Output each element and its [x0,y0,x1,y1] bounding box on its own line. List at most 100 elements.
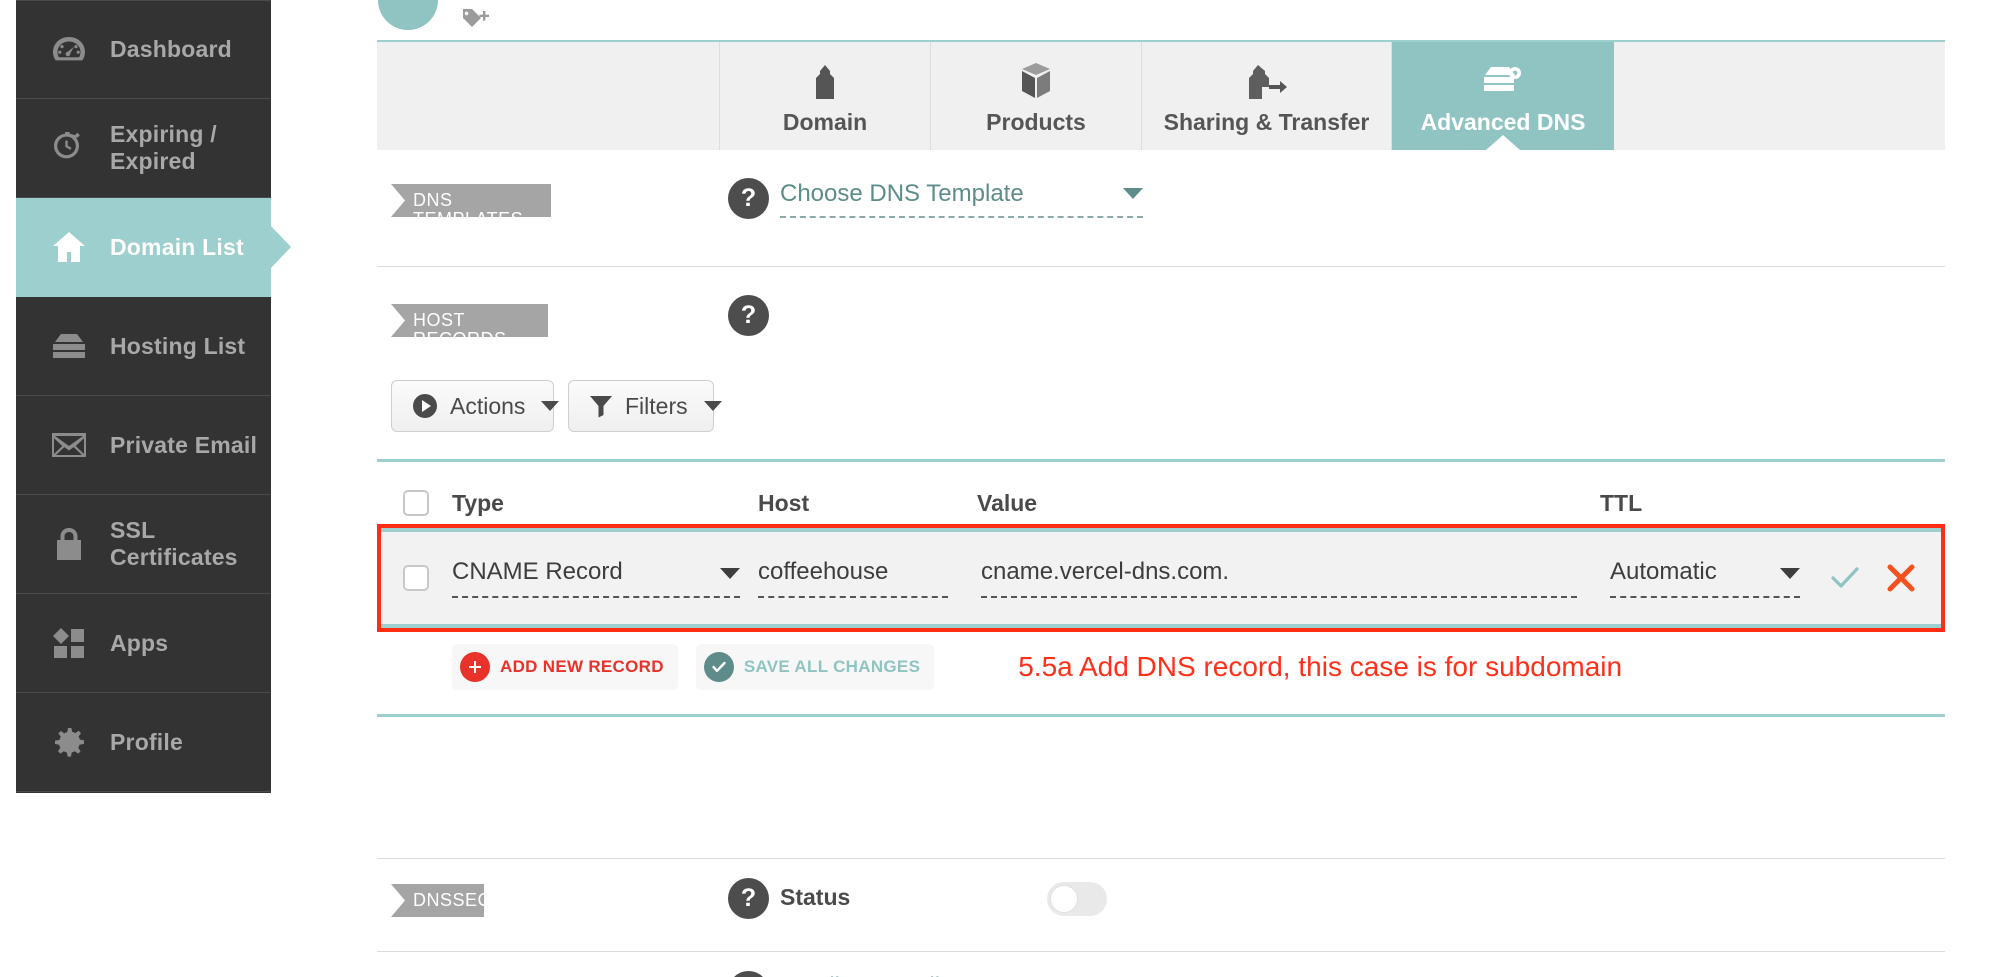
sidebar-item-label: Domain List [110,233,244,260]
tab-advanced-dns[interactable]: Advanced DNS [1392,42,1614,150]
avatar[interactable] [378,0,438,30]
tab-label: Domain [782,108,868,135]
mail-settings-select[interactable]: Email Forwarding [780,973,1143,977]
record-ttl-value: Automatic [1610,558,1717,585]
record-type-value: CNAME Record [452,558,623,585]
house-icon [811,57,839,99]
dnssec-section: DNSSEC ? Status [377,859,1945,952]
column-header-host: Host [758,489,810,516]
dashboard-icon [46,30,92,70]
tag-plus-icon[interactable] [460,6,490,36]
sidebar-item-label: Profile [110,728,183,755]
sidebar-item-hosting-list[interactable]: Hosting List [16,297,271,396]
tab-domain[interactable]: Domain [720,42,931,150]
select-all-checkbox[interactable] [403,490,429,516]
dnssec-help-icon[interactable]: ? [728,878,769,919]
record-value-input[interactable]: cname.vercel-dns.com. [981,558,1577,598]
annotation-text: 5.5a Add DNS record, this case is for su… [1018,651,1623,682]
dns-settings-panel: DNS TEMPLATES ? Choose DNS Template HOST… [377,150,1945,977]
tab-label: Advanced DNS [1420,108,1586,135]
tab-spacer-right [1614,42,1945,150]
sidebar-item-expiring-expired[interactable]: Expiring / Expired [16,99,271,198]
sidebar-item-label: SSL Certificates [110,517,238,570]
stopwatch-icon [46,128,92,168]
tab-products[interactable]: Products [931,42,1142,150]
record-actions-row: ADD NEW RECORD SAVE ALL CHANGES 5.5a Add… [377,644,1945,690]
add-new-record-button[interactable]: ADD NEW RECORD [452,644,678,690]
chevron-down-icon [1123,188,1143,199]
gear-icon [46,722,92,762]
sidebar-item-label: Apps [110,629,169,656]
sidebar-item-dashboard[interactable]: Dashboard [16,0,271,99]
play-circle-icon [412,393,438,419]
mail-settings-help-icon[interactable]: ? [728,971,769,977]
check-icon[interactable] [1830,564,1860,592]
box-icon [1021,57,1051,99]
record-type-select[interactable]: CNAME Record [452,558,740,598]
dnssec-status-toggle[interactable] [1047,882,1107,916]
column-header-value: Value [977,489,1038,516]
apps-icon [46,623,92,663]
tab-spacer-left [377,42,720,150]
dashed-underline [452,596,740,598]
record-value-value: cname.vercel-dns.com. [981,558,1230,585]
add-new-record-label: ADD NEW RECORD [500,657,664,676]
tab-label: Sharing & Transfer [1163,108,1370,135]
check-circle-icon [703,652,734,682]
record-host-input[interactable]: coffeehouse [758,558,948,598]
actions-button[interactable]: Actions [391,380,560,432]
record-ttl-select[interactable]: Automatic [1610,558,1800,598]
dnssec-status-label: Status [780,884,851,910]
save-all-changes-label: SAVE ALL CHANGES [743,657,921,676]
actions-label: Actions [450,392,526,419]
chevron-down-icon [720,568,740,579]
server-icon [46,326,92,366]
filters-button[interactable]: Filters [568,380,722,432]
filters-label: Filters [625,392,688,419]
sidebar-item-label: Dashboard [110,36,232,62]
active-indicator-arrow [270,225,291,269]
sidebar-item-label: Private Email [110,431,258,458]
funnel-icon [589,394,613,418]
row-checkbox[interactable] [403,565,429,591]
dnssec-ribbon: DNSSEC [391,884,491,917]
sidebar-item-domain-list[interactable]: Domain List [16,198,291,297]
sidebar-item-private-email[interactable]: Private Email [16,396,271,495]
house-arrow-icon [1247,57,1287,99]
chevron-down-icon [703,401,722,411]
dashed-underline [1610,596,1800,598]
home-icon [46,227,92,267]
tab-label: Products [986,108,1086,135]
host-records-ribbon: HOST RECORDS [391,304,548,349]
mail-settings-section: MAIL SETTINGS ? Email Forwarding [377,952,1945,977]
table-top-rule [377,459,1945,462]
dashed-underline [981,596,1577,598]
column-header-ttl: TTL [1600,489,1643,516]
host-records-section: HOST RECORDS ? Actions Filters Type Host… [377,267,1945,859]
sidebar: Dashboard Expiring / Expired Domain List… [16,0,291,793]
column-header-type: Type [452,489,504,516]
host-records-help-icon[interactable]: ? [728,295,769,336]
dashed-underline [780,216,1143,218]
save-all-changes-button[interactable]: SAVE ALL CHANGES [695,644,935,690]
domain-dns-page: Dashboard Expiring / Expired Domain List… [0,0,2000,977]
close-icon[interactable] [1886,563,1916,593]
dashed-underline [758,596,948,598]
record-host-value: coffeehouse [758,558,889,585]
tab-sharing-transfer[interactable]: Sharing & Transfer [1142,42,1392,150]
highlighted-record-box: CNAME Record coffeehouse cname.vercel-dn… [377,524,1945,632]
active-tab-pointer [1486,135,1520,150]
dns-template-select[interactable]: Choose DNS Template [780,180,1143,218]
table-row: CNAME Record coffeehouse cname.vercel-dn… [381,528,1941,628]
plus-circle-icon [460,652,490,682]
dns-templates-help-icon[interactable]: ? [728,178,769,219]
sidebar-item-ssl-certificates[interactable]: SSL Certificates [16,495,271,594]
domain-tabs: Domain Products Sharing & Transfer Advan… [377,40,1945,150]
server-gear-icon [1482,57,1524,99]
lock-icon [46,524,92,564]
sidebar-item-profile[interactable]: Profile [16,693,271,792]
envelope-icon [46,425,92,465]
dns-templates-section: DNS TEMPLATES ? Choose DNS Template [377,150,1945,267]
sidebar-item-apps[interactable]: Apps [16,594,271,693]
chevron-down-icon [1780,568,1800,579]
